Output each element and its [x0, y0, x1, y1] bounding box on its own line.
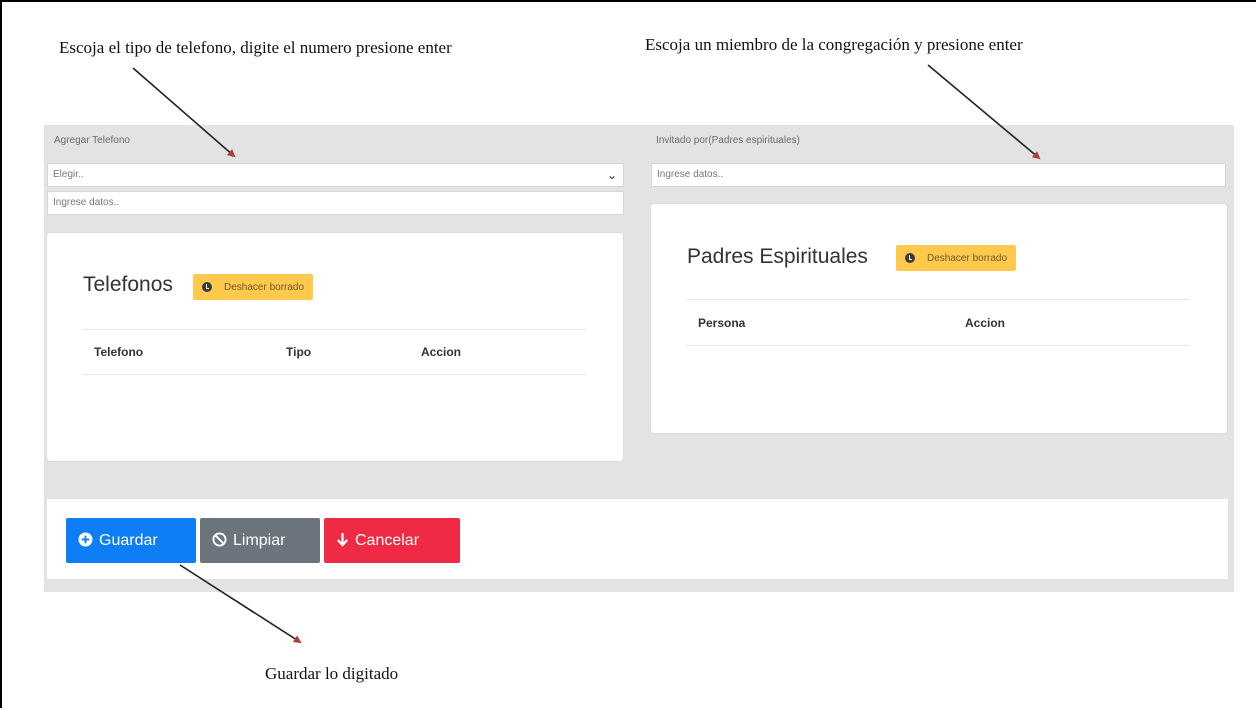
spiritual-parents-label: Invitado por(Padres espirituales) — [656, 135, 800, 146]
phone-number-placeholder: Ingrese datos.. — [53, 197, 120, 208]
spiritual-parents-card: Padres Espirituales Deshacer borrado Per… — [651, 204, 1227, 433]
phone-instruction-note: Escoja el tipo de telefono, digite el nu… — [59, 38, 452, 57]
member-instruction-note: Escoja un miembro de la congregación y p… — [645, 35, 1023, 54]
phones-col-accion: Accion — [421, 345, 462, 359]
spiritual-parents-placeholder: Ingrese datos.. — [657, 169, 724, 180]
arrow-down-icon — [336, 532, 349, 550]
spiritual-parents-undo-delete-button[interactable]: Deshacer borrado — [896, 245, 1017, 271]
save-button[interactable]: Guardar — [66, 518, 196, 563]
ban-icon — [212, 531, 227, 550]
phones-card-title: Telefonos — [83, 273, 173, 296]
spiritual-parents-undo-label: Deshacer borrado — [927, 252, 1008, 264]
clock-icon — [905, 253, 915, 263]
spiritual-parents-col-persona: Persona — [698, 316, 746, 330]
save-button-label: Guardar — [99, 531, 158, 549]
cancel-button-label: Cancelar — [355, 531, 420, 549]
clock-icon — [202, 282, 212, 292]
phone-type-select-value: Elegir.. — [53, 169, 84, 180]
phone-section-label: Agregar Telefono — [54, 135, 130, 146]
phones-card: Telefonos Deshacer borrado Telefono Tipo… — [47, 233, 623, 461]
cancel-button[interactable]: Cancelar — [324, 518, 460, 563]
phones-undo-label: Deshacer borrado — [224, 281, 305, 293]
spiritual-parents-input[interactable]: Ingrese datos.. — [651, 163, 1226, 187]
form-panel: Agregar Telefono Elegir.. ⌄ Ingrese dato… — [44, 125, 1234, 592]
spiritual-parents-table-top-border — [686, 299, 1190, 300]
chevron-down-icon: ⌄ — [606, 168, 617, 182]
clear-button-label: Limpiar — [233, 531, 286, 549]
plus-circle-icon — [78, 531, 93, 550]
phones-col-telefono: Telefono — [94, 345, 144, 359]
save-instruction-note: Guardar lo digitado — [265, 664, 399, 683]
phones-table-header-border — [82, 374, 586, 375]
spiritual-parents-table-header-border — [686, 345, 1190, 346]
phone-type-select[interactable]: Elegir.. ⌄ — [47, 163, 624, 187]
phones-table-top-border — [82, 329, 586, 330]
phone-number-input[interactable]: Ingrese datos.. — [47, 191, 624, 215]
action-bar: Guardar Limpiar Cancelar — [47, 499, 1228, 579]
clear-button[interactable]: Limpiar — [200, 518, 320, 563]
phones-undo-delete-button[interactable]: Deshacer borrado — [193, 274, 314, 300]
phones-col-tipo: Tipo — [286, 345, 312, 359]
spiritual-parents-col-accion: Accion — [965, 316, 1006, 330]
spiritual-parents-card-title: Padres Espirituales — [687, 245, 868, 268]
